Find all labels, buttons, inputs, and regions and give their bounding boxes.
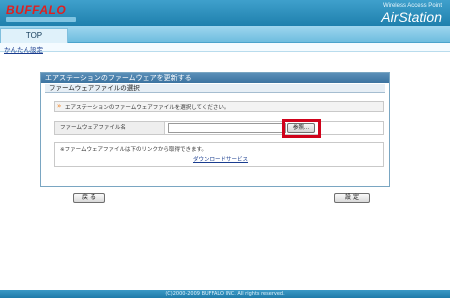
firmware-file-label: ファームウェアファイル名 [55, 122, 165, 134]
tab-top[interactable]: TOP [0, 28, 68, 43]
back-button[interactable]: 戻 る [73, 193, 105, 203]
note-text: ※ファームウェアファイルは下のリンクから取得できます。 [60, 147, 207, 153]
footer-copyright: (C)2000-2009 BUFFALO INC. All rights res… [0, 290, 450, 298]
arrow-bullet-icon: » [57, 102, 62, 110]
buffalo-logo: BUFFALO [6, 3, 67, 17]
firmware-file-input[interactable] [168, 123, 286, 133]
sub-nav-item-easy-setup[interactable]: かんたん設定 [4, 44, 43, 54]
sub-nav [0, 43, 450, 52]
browse-button[interactable]: 参照... [287, 123, 315, 133]
set-button[interactable]: 設 定 [334, 193, 370, 203]
panel-title: エアステーションのファームウェアを更新する [41, 73, 389, 83]
section-title: ファームウェアファイルの選択 [45, 84, 385, 93]
download-service-link[interactable]: ダウンロードサービス [193, 155, 248, 163]
logo-tagline-bar [6, 17, 76, 22]
instruction-text: エアステーションのファームウェアファイルを選択してください。 [65, 105, 230, 111]
product-name: AirStation [381, 9, 442, 25]
